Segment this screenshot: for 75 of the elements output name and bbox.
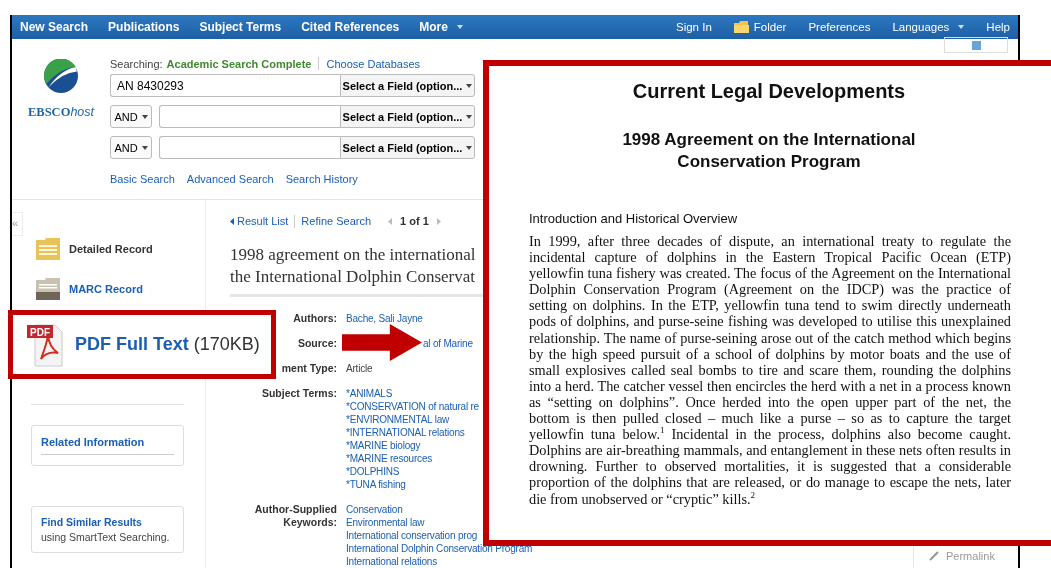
format-link[interactable]: MARC Record [69,283,143,295]
caret-icon [466,145,473,150]
article-title: Conservation Program [676,151,862,173]
nav-link[interactable]: Sign In [676,21,712,33]
nav-link[interactable]: Subject Terms [199,20,282,34]
nav-link[interactable]: More [419,20,463,34]
related-information-link[interactable]: Related Information [41,436,174,455]
field-select-dropdown[interactable]: Select a Field (option... [340,74,475,97]
searching-label: Searching: [110,57,163,70]
search-mode-link[interactable]: Advanced Search [186,173,274,185]
folder-icon [36,278,60,300]
nav-link[interactable]: Help [986,21,1010,33]
field-value-link[interactable]: Environmental law [346,516,425,529]
field-label: Authors: [293,312,337,325]
section-heading: Introduction and Historical Overview [529,211,739,226]
field-label: Source: [297,337,337,350]
search-input-field[interactable] [159,105,340,128]
left-triangle-icon [230,217,234,225]
previous-icon[interactable] [388,217,393,225]
nav-link[interactable]: Folder [733,21,787,33]
nav-link[interactable]: Publications [108,20,180,34]
format-link[interactable]: Detailed Record [69,243,153,255]
folder-icon [733,21,749,33]
field-label: ment Type: [281,362,337,375]
search-mode-link[interactable]: Search History [285,173,358,185]
nav-link[interactable]: Preferences [808,21,871,33]
field-value-link[interactable]: *ANIMALS [346,387,393,400]
field-label: Subject Terms: [261,387,337,400]
logo-wordmark: EBSCOhost [28,105,94,120]
search-input-field[interactable]: AN 8430293 [110,74,340,97]
caret-icon [466,114,473,119]
next-icon[interactable] [436,217,441,225]
similar-subtitle: using SmartText Searching. [41,531,171,543]
field-value-link[interactable]: International relations [346,555,437,568]
article-paragraph: In 1999, after three decades of dispute, an international treaty to regulate the incidental capture of dolphins in the Eastern Tropical Pacific Ocean (ETP) yellowfin tuna fishery was created. The focus of the Agreement on the International Dolphin Conservation Program (Agreement on the IDCP) was the practice of setting on dolphins. In the ETP, yellowfin tuna tend to swim directly underneath pods of dolphins, and purse-seine fishing was developed to utilise this unexplained relationship. The name of purse-seining arose out of the catch method which begins by the high speed pursuit of a school of dolphins by motor boats and the use of small explosives called seal bombs to tire and scare them, rounding the dolphins into a herd. The catcher vessel then encircles the herd with a net in a process known as “setting on dolphins”. Once herded into the open upper part of the net, the bottom is then pulled closed – much like a purse – so as to capture the target yellowfin tuna below.$^{1}$ Incidental in the process, dolphins also become caught. Dolphins are air-breathing mammals, and entanglement in these nets often results in drowning. Further to observed mortalities, it is suggested that a considerable proportion of the dolphins that are released, or do manage to escape the nets, later die from unobserved or “cryptic” kills.$^{2}$ [529,233,1011,507]
nav-link[interactable]: Cited References [301,20,400,34]
result-position: 1 of 1 [400,215,429,227]
caret-icon [141,145,148,150]
field-value-link[interactable]: *CONSERVATION of natural re [346,400,479,413]
search-mode-link[interactable]: Basic Search [110,173,175,185]
field-label: Author-Supplied Keywords: [253,503,337,529]
field-value: Article [346,362,373,375]
field-value-link[interactable]: *DOLPHINS [346,465,400,478]
field-value-link[interactable]: *INTERNATIONAL relations [346,426,465,439]
nav-link[interactable]: New Search [20,20,89,34]
record-title: 1998 agreement on the international [230,244,477,266]
result-list-link[interactable]: Result List [237,215,289,227]
field-value-link[interactable]: al of Marine [423,337,473,350]
operator-dropdown[interactable]: AND [110,136,152,159]
pdf-full-text-link[interactable]: PDF Full Text (170KB) [75,334,260,355]
find-similar-link[interactable]: Find Similar Results [41,516,174,528]
database-name: Academic Search Complete [166,57,312,70]
document-icon [971,41,981,50]
field-value-link[interactable]: Conservation [346,503,403,516]
folder-icon [36,238,60,260]
field-value-link[interactable]: *ENVIRONMENTAL law [346,413,450,426]
operator-dropdown[interactable]: AND [110,105,152,128]
caret-icon [466,83,473,88]
field-select-dropdown[interactable]: Select a Field (option... [340,105,475,128]
field-value-link[interactable]: *MARINE resources [346,452,433,465]
field-value-link[interactable]: International conservation prog [346,529,478,542]
choose-databases-link[interactable]: Choose Databases [326,57,421,70]
search-input-field[interactable] [159,136,340,159]
field-select-dropdown[interactable]: Select a Field (option... [340,136,475,159]
article-heading: Current Legal Developments [631,80,907,103]
caret-icon [141,114,148,119]
article-title: 1998 Agreement on the International [621,129,917,151]
record-title: the International Dolphin Conservat [230,266,477,288]
pdf-badge-label: PDF [30,326,50,337]
field-value-link[interactable]: Bache, Sali Jayne [346,312,423,325]
globe-logo-icon [44,59,78,93]
nav-link[interactable]: Languages [892,21,965,33]
refine-search-link[interactable]: Refine Search [301,215,372,227]
field-value-link[interactable]: *MARINE biology [346,439,421,452]
field-value-link[interactable]: *TUNA fishing [346,478,406,491]
